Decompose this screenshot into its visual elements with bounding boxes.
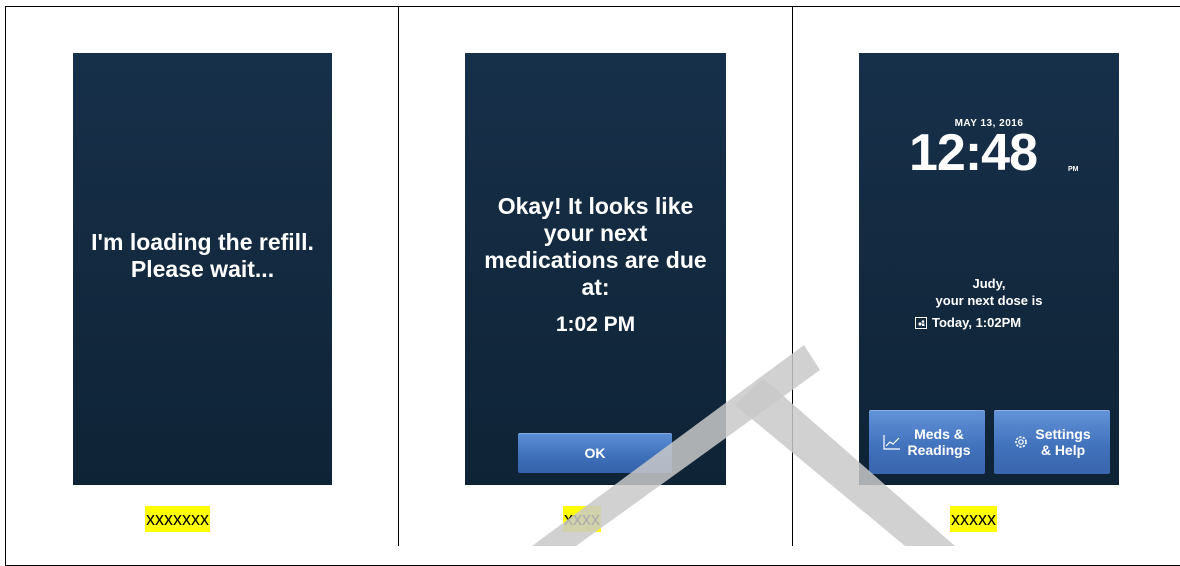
next-dose-value: Today, 1:02PM xyxy=(932,315,1022,330)
settings-help-label: Settings & Help xyxy=(1035,426,1091,458)
gear-icon xyxy=(1013,434,1029,450)
confirmation-screen: Okay! It looks like your next medication… xyxy=(465,53,726,485)
pill-dispenser-icon xyxy=(915,316,927,329)
loading-screen: I'm loading the refill. Please wait... xyxy=(73,53,332,485)
chart-line-icon xyxy=(883,434,901,450)
loading-message: I'm loading the refill. Please wait... xyxy=(91,229,314,282)
caption-placeholder: xxxxx xyxy=(950,506,997,532)
due-time: 1:02 PM xyxy=(555,313,636,336)
ok-button-label: OK xyxy=(584,445,606,461)
caption-placeholder: xxxx xyxy=(563,506,601,532)
settings-help-button[interactable]: Settings & Help xyxy=(994,410,1110,474)
meds-readings-button[interactable]: Meds & Readings xyxy=(869,410,985,474)
caption-placeholder: xxxxxxx xyxy=(145,506,210,532)
next-dose: Today, 1:02PM xyxy=(915,315,1021,330)
clock-time: 12:48 xyxy=(909,124,1038,182)
greeting-name: Judy, xyxy=(972,276,1006,291)
home-screen: MAY 13, 2016 12:48 PM Judy, your next do… xyxy=(859,53,1119,485)
meds-readings-label: Meds & Readings xyxy=(907,426,971,458)
column-divider xyxy=(792,6,793,546)
greeting-text: your next dose is xyxy=(935,293,1043,308)
greeting: Judy, your next dose is xyxy=(859,275,1119,309)
column-divider xyxy=(398,6,399,546)
clock-ampm: PM xyxy=(1068,166,1079,173)
ok-button[interactable]: OK xyxy=(518,433,672,473)
confirmation-message: Okay! It looks like your next medication… xyxy=(484,193,707,300)
